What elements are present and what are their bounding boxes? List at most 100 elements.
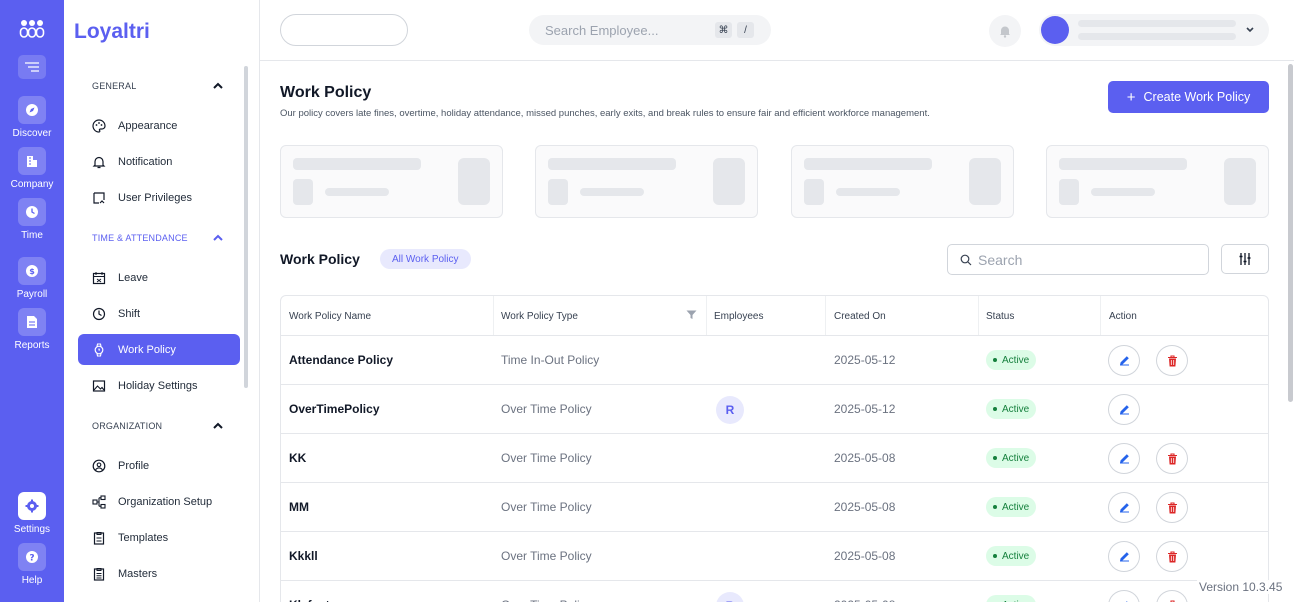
edit-button[interactable] (1108, 492, 1140, 523)
policy-name[interactable]: Attendance Policy (289, 336, 393, 384)
column-header-status[interactable]: Status (986, 296, 1014, 336)
table-row[interactable]: Attendance Policy Time In-Out Policy 2025-… (281, 335, 1268, 384)
policy-type: Over Time Policy (501, 581, 592, 602)
icon-rail: Discover Company Time $ Payroll Reports … (0, 0, 64, 602)
table-row[interactable]: KK Over Time Policy 2025-05-08 Active (281, 433, 1268, 482)
stat-card-loading (791, 145, 1014, 218)
page-scrollbar[interactable] (1288, 64, 1293, 402)
sidebar-item-label: Holiday Settings (118, 379, 198, 392)
delete-button[interactable] (1156, 443, 1188, 474)
bell-icon (1000, 26, 1010, 38)
delete-button[interactable] (1156, 345, 1188, 376)
policy-name[interactable]: OverTimePolicy (289, 385, 380, 433)
policy-name[interactable]: Klsfuytryy (289, 581, 348, 602)
building-icon (27, 156, 37, 167)
clock-icon (92, 307, 106, 320)
sidebar-scrollbar[interactable] (244, 66, 248, 388)
sidebar-item-templates[interactable]: Templates (78, 522, 240, 553)
chevron-up-icon[interactable] (212, 232, 224, 244)
user-menu[interactable] (1039, 14, 1269, 46)
delete-button[interactable] (1156, 590, 1188, 602)
policy-name[interactable]: KK (289, 434, 306, 482)
policy-name[interactable]: Kkkll (289, 532, 318, 580)
rail-item-discover[interactable]: Discover (0, 96, 64, 139)
chevron-up-icon[interactable] (212, 80, 224, 92)
status-text: Active (1002, 452, 1030, 464)
notifications-button[interactable] (989, 15, 1021, 47)
employee-search-input[interactable]: Search Employee... ⌘ / (529, 15, 771, 45)
table-row[interactable]: Kkkll Over Time Policy 2025-05-08 Active (281, 531, 1268, 580)
employee-avatar[interactable]: R (716, 396, 744, 424)
filter-icon[interactable] (686, 310, 697, 320)
sidebar-item-profile[interactable]: Profile (78, 450, 240, 481)
search-placeholder: Search Employee... (545, 22, 659, 38)
table-row[interactable]: MM Over Time Policy 2025-05-08 Active (281, 482, 1268, 531)
edit-button[interactable] (1108, 394, 1140, 425)
sidebar-item-work-policy[interactable]: Work Policy (78, 334, 240, 365)
clipboard-icon (93, 531, 105, 545)
sidebar-item-label: Work Policy (118, 343, 176, 356)
rail-item-time[interactable]: Time (0, 198, 64, 241)
column-header-action: Action (1109, 310, 1137, 322)
delete-button[interactable] (1156, 492, 1188, 523)
sidebar-item-shift[interactable]: Shift (78, 298, 240, 329)
status-badge: Active (986, 350, 1037, 370)
all-work-policy-chip[interactable]: All Work Policy (380, 249, 471, 269)
rail-item-settings[interactable]: Settings (0, 492, 64, 535)
table-row[interactable]: Klsfuytryy Over Time Policy R 2025-05-08 Act… (281, 580, 1268, 602)
user-name-placeholder (1078, 20, 1236, 27)
sidebar-item-organization-setup[interactable]: Organization Setup (78, 486, 240, 517)
column-header-name[interactable]: Work Policy Name (289, 296, 371, 336)
stat-card-loading (280, 145, 503, 218)
status-badge: Active (986, 595, 1037, 602)
rail-item-reports[interactable]: Reports (0, 308, 64, 351)
sidebar-item-notification[interactable]: Notification (78, 146, 240, 177)
sidebar-item-masters[interactable]: Masters (78, 558, 240, 589)
employee-avatar[interactable]: R (716, 592, 744, 602)
app-root: Discover Company Time $ Payroll Reports … (0, 0, 1294, 602)
rail-label: Payroll (16, 289, 48, 300)
chevron-up-icon[interactable] (212, 420, 224, 432)
edit-button[interactable] (1108, 590, 1140, 602)
status-dot (993, 456, 997, 460)
command-key-hint: ⌘ (715, 22, 732, 38)
edit-button[interactable] (1108, 345, 1140, 376)
edit-button[interactable] (1108, 541, 1140, 572)
sidebar-item-leave[interactable]: Leave (78, 262, 240, 293)
sidebar-item-label: Leave (118, 271, 148, 284)
rail-label: Reports (14, 340, 50, 351)
brand-name: Loyaltri (74, 20, 150, 43)
user-role-placeholder (1078, 33, 1236, 40)
svg-text:?: ? (29, 554, 34, 564)
status-dot (993, 358, 997, 362)
sidebar-item-holiday-settings[interactable]: Holiday Settings (78, 370, 240, 401)
status-dot (993, 505, 997, 509)
column-header-type[interactable]: Work Policy Type (501, 296, 578, 336)
rail-item-company[interactable]: Company (0, 147, 64, 190)
compass-icon (26, 104, 38, 116)
table-row[interactable]: OverTimePolicy Over Time Policy R 2025-05-1… (281, 384, 1268, 433)
create-work-policy-button[interactable]: + Create Work Policy (1108, 81, 1269, 113)
image-icon (92, 379, 106, 392)
palette-icon (92, 118, 106, 133)
pencil-icon (1119, 356, 1129, 366)
watch-icon (94, 342, 104, 357)
slash-key-hint: / (737, 22, 754, 38)
policy-type: Over Time Policy (501, 402, 592, 416)
column-header-created-on[interactable]: Created On (834, 296, 886, 336)
rail-item-payroll[interactable]: $ Payroll (0, 257, 64, 300)
rail-item-help[interactable]: ? Help (0, 543, 64, 586)
table-search-input[interactable]: Search (947, 244, 1209, 275)
sidebar-item-user-privileges[interactable]: User Privileges (78, 182, 240, 213)
edit-button[interactable] (1108, 443, 1140, 474)
document-icon (27, 316, 37, 328)
filter-settings-button[interactable] (1221, 244, 1269, 274)
policy-type: Over Time Policy (501, 500, 592, 514)
column-header-employees[interactable]: Employees (714, 296, 763, 336)
sidebar-item-appearance[interactable]: Appearance (78, 110, 240, 141)
sliders-icon (1239, 253, 1251, 265)
company-selector[interactable] (280, 14, 408, 46)
policy-name[interactable]: MM (289, 483, 309, 531)
menu-toggle-button[interactable] (18, 55, 46, 79)
delete-button[interactable] (1156, 541, 1188, 572)
